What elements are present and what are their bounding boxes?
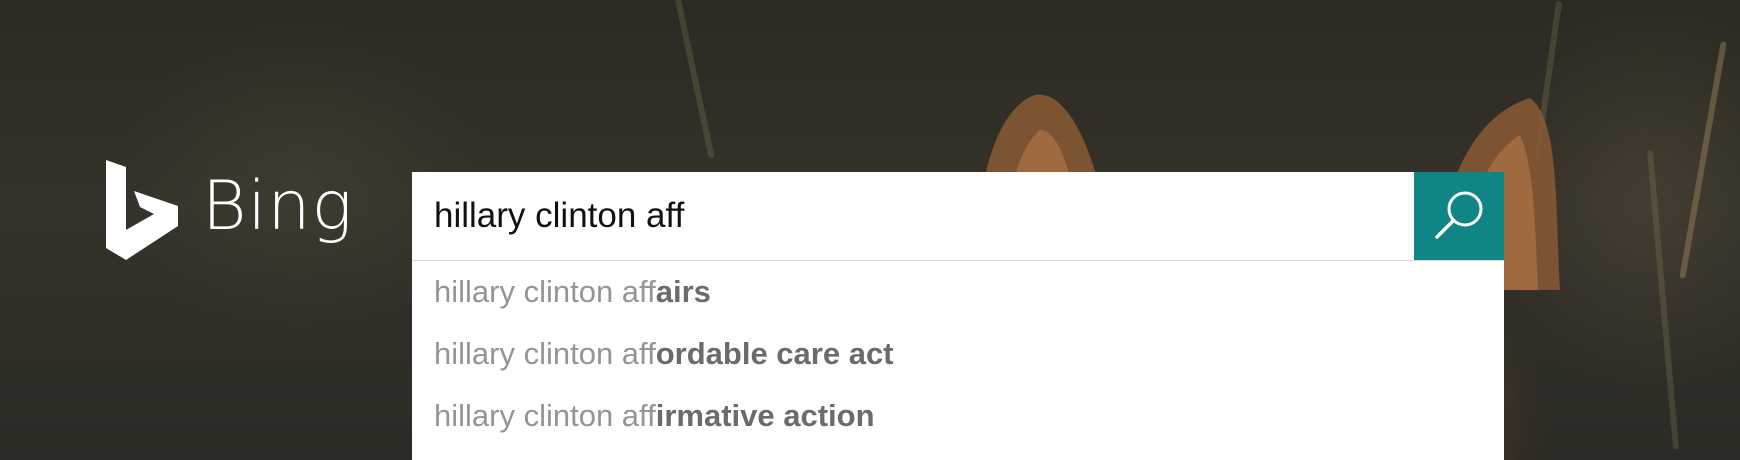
search-button[interactable]: [1414, 172, 1504, 260]
autosuggest-item[interactable]: hillary clinton aff irmative action: [412, 385, 1504, 447]
autosuggest-item[interactable]: hillary clinton aff ordable care act: [412, 323, 1504, 385]
suggestion-typed-text: hillary clinton aff: [434, 274, 656, 309]
suggestion-typed-text: hillary clinton aff: [434, 398, 656, 433]
bing-logo[interactable]: Bing: [106, 160, 353, 260]
background-grass-blade: [671, 0, 715, 159]
background-grass-blade: [1646, 150, 1680, 450]
bing-logo-icon: [106, 160, 178, 260]
background-grass-blade: [1679, 41, 1727, 279]
suggestion-completion-text: irmative action: [655, 398, 875, 433]
suggestion-typed-text: hillary clinton aff: [434, 336, 656, 371]
bing-logo-text: Bing: [202, 167, 354, 246]
autosuggest-list: hillary clinton aff airs hillary clinton …: [412, 260, 1504, 460]
suggestion-completion-text: ordable care act: [655, 336, 894, 371]
autosuggest-item[interactable]: hillary clinton aff airs: [412, 261, 1504, 323]
search-input[interactable]: [412, 172, 1414, 260]
suggestion-completion-text: airs: [655, 274, 711, 309]
search-box: [412, 172, 1504, 260]
magnifier-icon: [1435, 191, 1483, 239]
